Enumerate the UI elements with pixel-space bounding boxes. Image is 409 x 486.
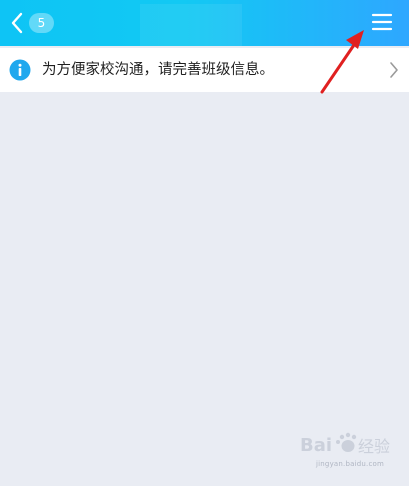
top-nav-bar: 5 [0, 0, 409, 46]
watermark-url: jingyan.baidu.com [316, 460, 384, 468]
baidu-jingyan-watermark: Bai 经验 jingyan.baidu.com [300, 432, 400, 472]
chevron-right-icon [390, 62, 398, 78]
svg-text:经验: 经验 [358, 437, 390, 456]
notice-text: 为方便家校沟通，请完善班级信息。 [42, 62, 274, 78]
chevron-left-icon [11, 12, 23, 34]
info-icon [9, 59, 31, 81]
unread-count-badge: 5 [29, 13, 54, 33]
svg-text:Bai: Bai [300, 435, 332, 456]
complete-class-info-notice[interactable]: 为方便家校沟通，请完善班级信息。 [0, 48, 409, 92]
back-button[interactable]: 5 [10, 8, 54, 38]
header-background-block [140, 4, 242, 46]
baidu-logo: Bai 经验 [300, 432, 390, 456]
hamburger-menu-icon[interactable] [370, 10, 394, 34]
